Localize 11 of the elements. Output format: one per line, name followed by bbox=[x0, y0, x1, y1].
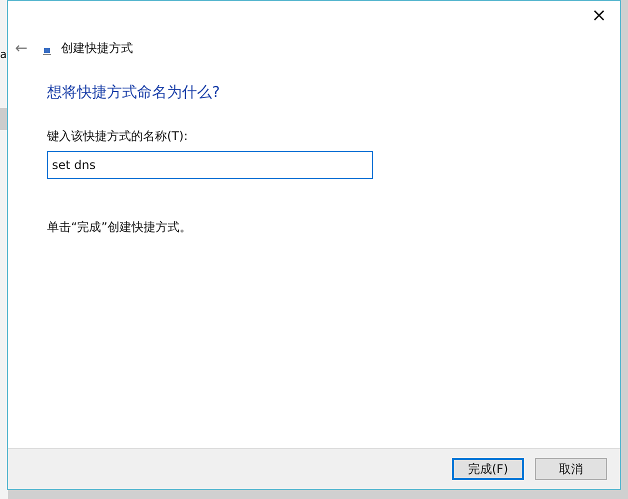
name-field[interactable]: set dns bbox=[47, 151, 373, 179]
window-title: 创建快捷方式 bbox=[61, 40, 133, 56]
cancel-button[interactable]: 取消 bbox=[535, 458, 607, 480]
shortcut-icon bbox=[43, 47, 51, 55]
finish-button[interactable]: 完成(F) bbox=[452, 458, 524, 480]
back-button[interactable]: ← bbox=[15, 39, 31, 57]
page-heading: 想将快捷方式命名为什么? bbox=[47, 83, 221, 102]
close-button[interactable]: × bbox=[588, 4, 610, 31]
background-text: a bbox=[0, 48, 7, 61]
field-label: 键入该快捷方式的名称(T): bbox=[47, 128, 189, 145]
hint-text: 单击“完成”创建快捷方式。 bbox=[47, 219, 192, 236]
